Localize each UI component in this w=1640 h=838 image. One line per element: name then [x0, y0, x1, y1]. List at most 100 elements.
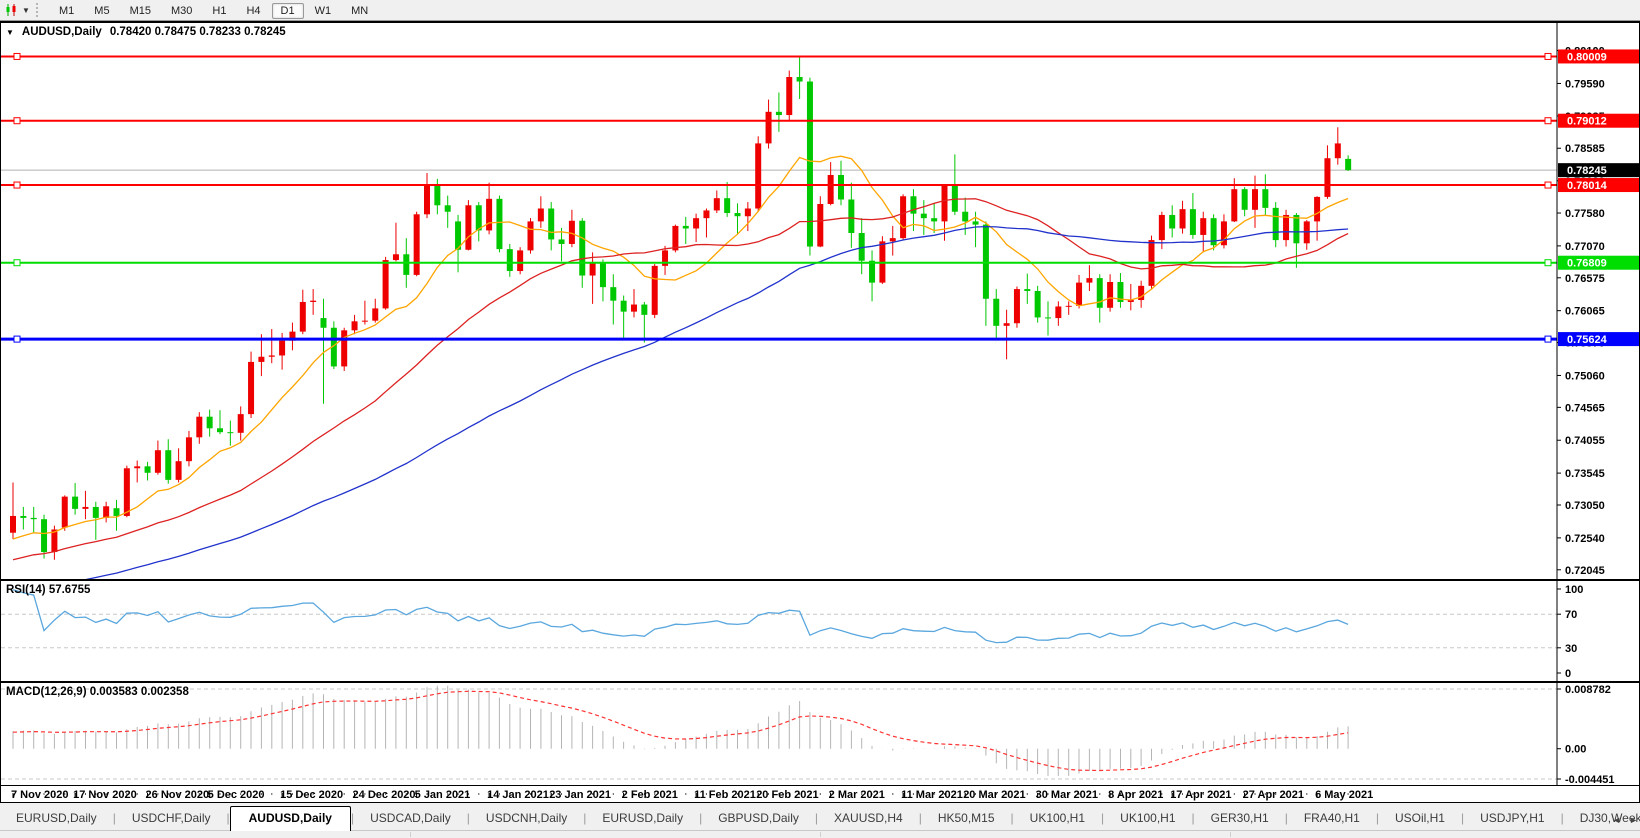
macd-indicator-label: MACD(12,26,9) 0.003583 0.002358: [6, 686, 189, 698]
chevron-down-icon[interactable]: ▼: [20, 6, 32, 15]
chart-title: ▼ AUDUSD,Daily 0.78420 0.78475 0.78233 0…: [6, 26, 286, 38]
svg-text:0.80009: 0.80009: [1567, 51, 1607, 63]
rsi-indicator-label: RSI(14) 57.6755: [6, 584, 91, 596]
time-axis-label: 5 Jan 2021: [414, 789, 471, 801]
timeframe-button-W1[interactable]: W1: [306, 3, 341, 19]
timeframe-button-H4[interactable]: H4: [237, 3, 269, 19]
chart-tab-usdjpy-h1[interactable]: USDJPY,H1: [1464, 807, 1560, 830]
time-axis-label: 2 Mar 2021: [828, 789, 885, 801]
macd-histogram: [12, 685, 1349, 777]
chart-tab-bar: EURUSD,Daily | USDCHF,Daily | AUDUSD,Daily | U…: [0, 803, 1640, 831]
timeframe-toolbar: ▼ M1 M5 M15 M30 H1 H4 D1 W1 MN: [0, 0, 1640, 21]
svg-text:0.72540: 0.72540: [1565, 533, 1605, 545]
time-axis-label: 26 Nov 2020: [145, 789, 210, 801]
chart-cursor-icon[interactable]: [2, 2, 20, 18]
svg-text:0.79590: 0.79590: [1565, 78, 1605, 90]
timeframe-button-M5[interactable]: M5: [85, 3, 118, 19]
svg-text:30: 30: [1565, 643, 1577, 655]
chart-tab-usdcnh-daily[interactable]: USDCNH,Daily: [470, 807, 583, 830]
svg-text:0.78245: 0.78245: [1567, 165, 1607, 177]
time-axis[interactable]: 7 Nov 2020 17 Nov 2020 26 Nov 2020 5 Dec 20…: [1, 785, 1639, 802]
svg-text:70: 70: [1565, 609, 1577, 621]
time-axis-label: 30 Mar 2021: [1035, 789, 1099, 801]
svg-text:0.75060: 0.75060: [1565, 370, 1605, 382]
svg-text:0.78585: 0.78585: [1565, 143, 1605, 155]
time-axis-label: 24 Dec 2020: [352, 789, 416, 801]
chart-tabs: EURUSD,Daily | USDCHF,Daily | AUDUSD,Daily | U…: [0, 806, 1640, 831]
time-axis-label: 11 Mar 2021: [901, 789, 963, 801]
chart-tab-eurusd-daily[interactable]: EURUSD,Daily: [586, 807, 699, 830]
time-axis-label: 7 Nov 2020: [11, 789, 69, 801]
chart-tab-usdchf-daily[interactable]: USDCHF,Daily: [116, 807, 227, 830]
svg-text:0.00: 0.00: [1565, 744, 1586, 756]
chart-tab-eurusd-daily[interactable]: EURUSD,Daily: [0, 807, 113, 830]
price-tags: 0.80009 0.79012 0.78014 0.76809 0.75624 0.782…: [1558, 49, 1639, 347]
macd-signal-line: [12, 690, 1349, 772]
timeframe-button-H1[interactable]: H1: [203, 3, 235, 19]
chart-tab-xauusd-h4[interactable]: XAUUSD,H4: [818, 807, 919, 830]
status-separator: [820, 832, 821, 837]
svg-text:-0.004451: -0.004451: [1565, 774, 1615, 785]
timeframe-button-D1[interactable]: D1: [271, 3, 304, 19]
chart-tab-gbpusd-daily[interactable]: GBPUSD,Daily: [702, 807, 815, 830]
svg-text:0.76809: 0.76809: [1567, 258, 1607, 270]
moving-averages: [12, 155, 1349, 579]
svg-text:0.77070: 0.77070: [1565, 241, 1605, 253]
svg-text:0.74055: 0.74055: [1565, 435, 1605, 447]
time-axis-label: 2 Feb 2021: [621, 789, 678, 801]
chart-tab-fra40-h1[interactable]: FRA40,H1: [1288, 807, 1376, 830]
svg-text:0.73545: 0.73545: [1565, 468, 1605, 480]
timeframe-button-M1[interactable]: M1: [50, 3, 83, 19]
tab-scroll-left-icon[interactable]: ◄: [1612, 815, 1621, 825]
rsi-line: [12, 589, 1349, 644]
mini-candles-icon: [6, 4, 16, 16]
svg-text:100: 100: [1565, 584, 1583, 596]
price-chart-canvas[interactable]: 0.801000.795900.790850.785850.780800.775…: [1, 23, 1640, 579]
rsi-pane[interactable]: RSI(14) 57.6755 100 70 30 0: [1, 579, 1639, 681]
candlesticks: [10, 56, 1352, 560]
svg-text:0.008782: 0.008782: [1565, 684, 1611, 696]
mt4-terminal: ▼ M1 M5 M15 M30 H1 H4 D1 W1 MN ▼ AUDUSD,Daily 0.…: [0, 0, 1640, 838]
tab-scroll-controls: ◄ ►: [1612, 815, 1638, 825]
macd-pane[interactable]: MACD(12,26,9) 0.003583 0.002358 0.008782…: [1, 681, 1639, 785]
chart-tab-uk100-h1[interactable]: UK100,H1: [1014, 807, 1101, 830]
chart-tab-usdcad-daily[interactable]: USDCAD,Daily: [354, 807, 467, 830]
svg-text:0.74565: 0.74565: [1565, 402, 1605, 414]
svg-text:0.75624: 0.75624: [1567, 334, 1608, 346]
time-axis-label: 17 Nov 2020: [73, 789, 137, 801]
svg-text:0.78014: 0.78014: [1567, 180, 1608, 192]
chart-tab-audusd-daily[interactable]: AUDUSD,Daily: [229, 806, 351, 831]
svg-text:0.76575: 0.76575: [1565, 273, 1605, 285]
time-axis-label: 23 Jan 2021: [549, 789, 611, 801]
time-axis-label: 27 Apr 2021: [1242, 789, 1304, 801]
svg-text:0.72045: 0.72045: [1565, 565, 1605, 577]
chart-tab-hk50-m15[interactable]: HK50,M15: [922, 807, 1011, 830]
timeframe-button-M15[interactable]: M15: [121, 3, 160, 19]
status-bar: [0, 831, 1640, 838]
svg-text:0.73050: 0.73050: [1565, 500, 1605, 512]
chart-dropdown-arrow[interactable]: ▼: [6, 28, 14, 37]
time-axis-label: 5 Dec 2020: [207, 789, 265, 801]
time-axis-label: 15 Dec 2020: [280, 789, 344, 801]
time-axis-label: 17 Apr 2021: [1170, 789, 1232, 801]
toolbar-grip: [36, 3, 43, 17]
time-axis-label: 6 May 2021: [1315, 789, 1374, 801]
chart-symbol-label: AUDUSD,Daily: [21, 26, 102, 38]
chart-tab-usoil-h1[interactable]: USOil,H1: [1379, 807, 1461, 830]
time-axis-label: 20 Feb 2021: [756, 789, 819, 801]
svg-text:0.79012: 0.79012: [1567, 116, 1607, 128]
macd-canvas: 0.008782 0.00 -0.004451: [1, 683, 1615, 785]
chart-window: ▼ AUDUSD,Daily 0.78420 0.78475 0.78233 0…: [0, 21, 1640, 803]
time-axis-label: 11 Feb 2021: [694, 789, 756, 801]
time-axis-label: 20 Mar 2021: [963, 789, 1026, 801]
rsi-canvas: 100 70 30 0: [1, 581, 1583, 681]
chart-tab-uk100-h1[interactable]: UK100,H1: [1104, 807, 1191, 830]
chart-tab-ger30-h1[interactable]: GER30,H1: [1195, 807, 1285, 830]
tab-scroll-right-icon[interactable]: ►: [1629, 815, 1638, 825]
timeframe-button-MN[interactable]: MN: [342, 3, 377, 19]
price-pane[interactable]: ▼ AUDUSD,Daily 0.78420 0.78475 0.78233 0…: [1, 23, 1639, 579]
svg-text:0.76065: 0.76065: [1565, 306, 1605, 318]
status-separator: [1230, 832, 1231, 837]
status-separator: [410, 832, 411, 837]
timeframe-button-M30[interactable]: M30: [162, 3, 201, 19]
